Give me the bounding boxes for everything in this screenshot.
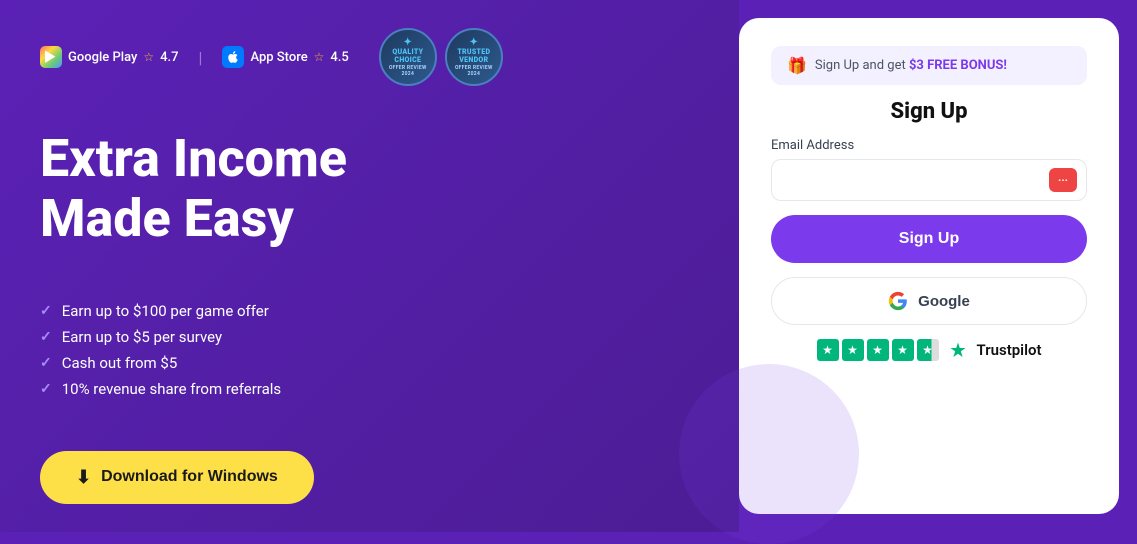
download-button-label: Download for Windows (101, 468, 278, 486)
google-play-rating: 4.7 (160, 50, 178, 65)
feature-item-1: ✓ Earn up to $100 per game offer (40, 302, 699, 320)
google-play-stars: ☆ (143, 50, 154, 64)
quality-choice-badge: ✦ QUALITYCHOICE OFFER REVIEW2024 (379, 28, 437, 86)
feature-item-3: ✓ Cash out from $5 (40, 354, 699, 372)
quality-choice-title: QUALITYCHOICE (392, 49, 423, 64)
trustpilot-stars: ★ ★ ★ ★ ★ (817, 339, 939, 361)
quality-choice-icon: ✦ (403, 37, 412, 48)
check-icon-4: ✓ (40, 381, 52, 397)
google-signin-button[interactable]: Google (771, 277, 1087, 325)
check-icon-2: ✓ (40, 329, 52, 345)
feature-text-3: Cash out from $5 (62, 354, 178, 372)
app-store-rating: 4.5 (330, 50, 348, 65)
feature-item-4: ✓ 10% revenue share from referrals (40, 380, 699, 398)
trust-star-3: ★ (867, 339, 889, 361)
trusted-vendor-sub: OFFER REVIEW2024 (455, 65, 493, 77)
gift-icon: 🎁 (787, 56, 807, 75)
google-logo-icon (888, 291, 908, 311)
heading-line2: Made Easy (40, 188, 294, 249)
award-badges: ✦ QUALITYCHOICE OFFER REVIEW2024 ✦ TRUST… (379, 28, 503, 86)
feature-item-2: ✓ Earn up to $5 per survey (40, 328, 699, 346)
trustpilot-section: ★ ★ ★ ★ ★ Trustpilot (817, 339, 1042, 361)
email-input-wrapper: ··· (771, 159, 1087, 201)
bonus-text: Sign Up and get $3 FREE BONUS! (815, 58, 1007, 73)
quality-choice-sub: OFFER REVIEW2024 (389, 65, 427, 77)
app-store-badge: App Store ☆ 4.5 (222, 46, 348, 68)
signup-button[interactable]: Sign Up (771, 215, 1087, 263)
feature-text-4: 10% revenue share from referrals (62, 380, 281, 398)
signup-button-label: Sign Up (899, 230, 959, 247)
trusted-vendor-badge: ✦ TRUSTEDVENDOR OFFER REVIEW2024 (445, 28, 503, 86)
trust-star-4: ★ (892, 339, 914, 361)
feature-list: ✓ Earn up to $100 per game offer ✓ Earn … (40, 302, 699, 398)
divider: | (199, 48, 203, 67)
google-play-icon (40, 46, 62, 68)
email-form-group: Email Address ··· (771, 138, 1087, 201)
main-heading: Extra Income Made Easy (40, 139, 699, 249)
bonus-text-label: Sign Up and get (815, 58, 909, 73)
app-store-stars: ☆ (314, 50, 325, 64)
decorative-circle (679, 364, 859, 544)
google-play-label: Google Play (68, 50, 137, 65)
trust-star-1: ★ (817, 339, 839, 361)
download-icon: ⬇ (76, 467, 91, 488)
email-input-icon: ··· (1049, 168, 1077, 192)
trust-star-5-half: ★ (917, 339, 939, 361)
app-store-icon (222, 46, 244, 68)
feature-text-2: Earn up to $5 per survey (62, 328, 222, 346)
app-store-label: App Store (250, 50, 307, 65)
google-play-badge: Google Play ☆ 4.7 (40, 46, 179, 68)
email-label: Email Address (771, 138, 1087, 153)
check-icon-3: ✓ (40, 355, 52, 371)
google-button-label: Google (918, 293, 970, 310)
trustpilot-label: Trustpilot (977, 341, 1042, 359)
download-windows-button[interactable]: ⬇ Download for Windows (40, 451, 314, 504)
top-bar: Google Play ☆ 4.7 | App Store ☆ 4.5 ✦ QU… (40, 28, 699, 86)
signup-title: Sign Up (890, 99, 967, 124)
email-input[interactable] (771, 159, 1087, 201)
heading-line1: Extra Income (40, 128, 347, 189)
trusted-vendor-icon: ✦ (469, 37, 478, 48)
bonus-banner: 🎁 Sign Up and get $3 FREE BONUS! (771, 46, 1087, 85)
check-icon-1: ✓ (40, 303, 52, 319)
trustpilot-logo-icon (949, 341, 967, 359)
right-panel: 🎁 Sign Up and get $3 FREE BONUS! Sign Up… (739, 18, 1119, 514)
left-panel: Google Play ☆ 4.7 | App Store ☆ 4.5 ✦ QU… (0, 0, 739, 532)
bonus-highlight: $3 FREE BONUS! (909, 58, 1007, 73)
trust-star-2: ★ (842, 339, 864, 361)
feature-text-1: Earn up to $100 per game offer (62, 302, 269, 320)
trusted-vendor-title: TRUSTEDVENDOR (457, 49, 490, 64)
